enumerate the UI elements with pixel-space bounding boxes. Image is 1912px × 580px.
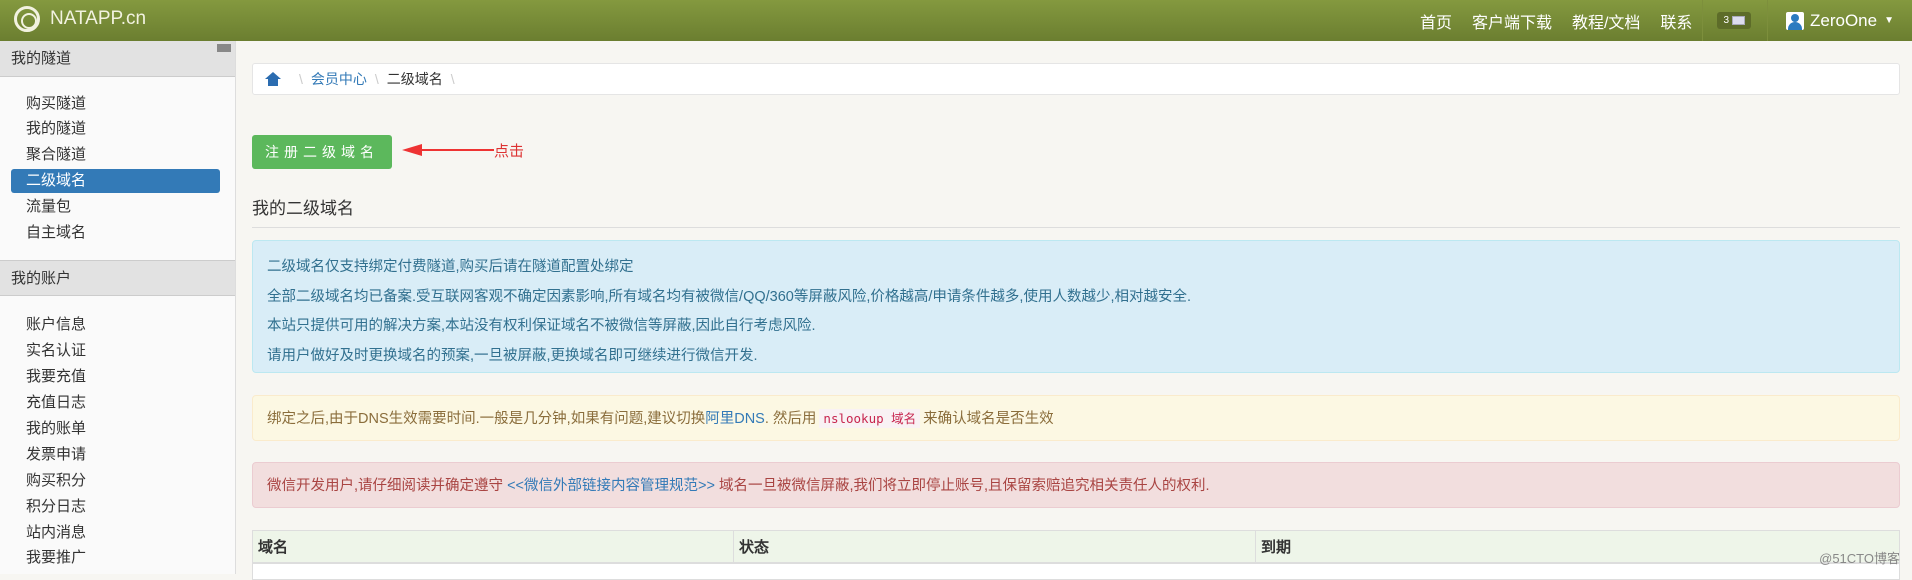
sidebar-item-custom-domain[interactable]: 自主域名 (11, 221, 220, 245)
register-subdomain-button[interactable]: 注册二级域名 (252, 135, 392, 169)
column-status: 状态 (734, 531, 1256, 562)
nav-download[interactable]: 客户端下载 (1472, 9, 1552, 33)
top-navbar: NATAPP.cn 首页 客户端下载 教程/文档 联系 3 ZeroOne ▼ (0, 0, 1912, 41)
nslookup-code: nslookup 域名 (819, 409, 921, 428)
sidebar-item-subdomain[interactable]: 二级域名 (11, 169, 220, 193)
sidebar-section-tunnels[interactable]: 我的隧道 (0, 41, 235, 77)
sidebar-item-bills[interactable]: 我的账单 (11, 417, 220, 441)
warning-text: 绑定之后,由于DNS生效需要时间.一般是几分钟,如果有问题,建议切换 (267, 411, 706, 427)
sidebar-item-buy-points[interactable]: 购买积分 (11, 469, 220, 493)
sidebar-item-messages[interactable]: 站内消息 (11, 521, 220, 545)
nav-home[interactable]: 首页 (1420, 9, 1452, 33)
wechat-rules-link[interactable]: <<微信外部链接内容管理规范>> (507, 478, 715, 494)
danger-text: 微信开发用户,请仔细阅读并确定遵守 (267, 478, 504, 494)
brand-text: NATAPP.cn (50, 8, 147, 29)
info-line: 本站只提供可用的解决方案,本站没有权利保证域名不被微信等屏蔽,因此自行考虑风险. (267, 318, 816, 334)
breadcrumb-separator: \ (299, 71, 303, 87)
watermark: @51CTO博客 (1819, 551, 1900, 566)
nav-docs[interactable]: 教程/文档 (1572, 9, 1640, 33)
warning-text: . 然后用 (764, 411, 817, 427)
info-line: 全部二级域名均已备案.受互联网客观不确定因素影响,所有域名均有被微信/QQ/36… (267, 288, 1192, 305)
breadcrumb-member-center[interactable]: 会员中心 (311, 69, 367, 89)
page-title: 我的二级域名 (252, 194, 1900, 228)
sidebar-section-account[interactable]: 我的账户 (0, 260, 235, 296)
sidebar-item-my-tunnels[interactable]: 我的隧道 (11, 117, 220, 141)
brand-link[interactable]: NATAPP.cn (14, 6, 146, 32)
sidebar-item-buy-tunnel[interactable]: 购买隧道 (11, 92, 220, 116)
sidebar-item-aggregate-tunnel[interactable]: 聚合隧道 (11, 143, 220, 167)
user-menu[interactable]: ZeroOne ▼ (1768, 11, 1912, 31)
click-annotation: 点击 (494, 143, 525, 160)
subdomain-table: 域名 状态 到期 (252, 530, 1900, 580)
info-line: 二级域名仅支持绑定付费隧道,购买后请在隧道配置处绑定 (267, 259, 634, 275)
envelope-icon (1732, 16, 1745, 25)
breadcrumb-current: 二级域名 (386, 71, 443, 87)
sidebar-item-verification[interactable]: 实名认证 (11, 339, 220, 363)
user-avatar-icon (1786, 11, 1804, 30)
sidebar-item-promote[interactable]: 我要推广 (11, 546, 220, 570)
danger-alert: 微信开发用户,请仔细阅读并确定遵守 <<微信外部链接内容管理规范>> 域名一旦被… (252, 462, 1900, 508)
warning-text: 来确认域名是否生效 (923, 411, 1054, 427)
message-count: 3 (1723, 15, 1729, 26)
column-domain: 域名 (253, 531, 734, 562)
info-line: 请用户做好及时更换域名的预案,一旦被屏蔽,更换域名即可继续进行微信开发. (267, 347, 758, 364)
red-arrow-icon (402, 144, 494, 156)
home-icon[interactable] (265, 72, 281, 86)
sidebar: 我的隧道 购买隧道 我的隧道 聚合隧道 二级域名 流量包 自主域名 我的账户 账… (0, 41, 236, 574)
aliyun-dns-link[interactable]: 阿里DNS (705, 411, 765, 427)
nav-contact[interactable]: 联系 (1660, 9, 1692, 33)
breadcrumb-separator: \ (374, 71, 379, 87)
sidebar-item-traffic[interactable]: 流量包 (11, 195, 220, 219)
username: ZeroOne (1810, 10, 1878, 30)
danger-text: 域名一旦被微信屏蔽,我们将立即停止账号,且保留索赔追究相关责任人的权利. (718, 478, 1210, 494)
natapp-logo-icon (14, 6, 40, 32)
collapse-icon[interactable] (217, 44, 231, 52)
sidebar-item-recharge-log[interactable]: 充值日志 (11, 391, 220, 415)
breadcrumb-separator: \ (450, 71, 455, 87)
warning-alert: 绑定之后,由于DNS生效需要时间.一般是几分钟,如果有问题,建议切换阿里DNS.… (252, 395, 1900, 441)
sidebar-item-points-log[interactable]: 积分日志 (11, 495, 220, 519)
info-alert: 二级域名仅支持绑定付费隧道,购买后请在隧道配置处绑定 全部二级域名均已备案.受互… (252, 240, 1900, 373)
sidebar-item-recharge[interactable]: 我要充值 (11, 365, 220, 389)
caret-down-icon: ▼ (1884, 15, 1894, 26)
sidebar-item-invoice[interactable]: 发票申请 (11, 443, 220, 467)
divider (1702, 0, 1704, 41)
table-header: 域名 状态 到期 (253, 531, 1899, 564)
column-expiry: 到期 (1261, 539, 1292, 556)
messages-button[interactable]: 3 (1717, 12, 1751, 29)
breadcrumb: \ 会员中心 \ 二级域名 \ (252, 63, 1900, 95)
sidebar-item-account-info[interactable]: 账户信息 (11, 313, 220, 337)
